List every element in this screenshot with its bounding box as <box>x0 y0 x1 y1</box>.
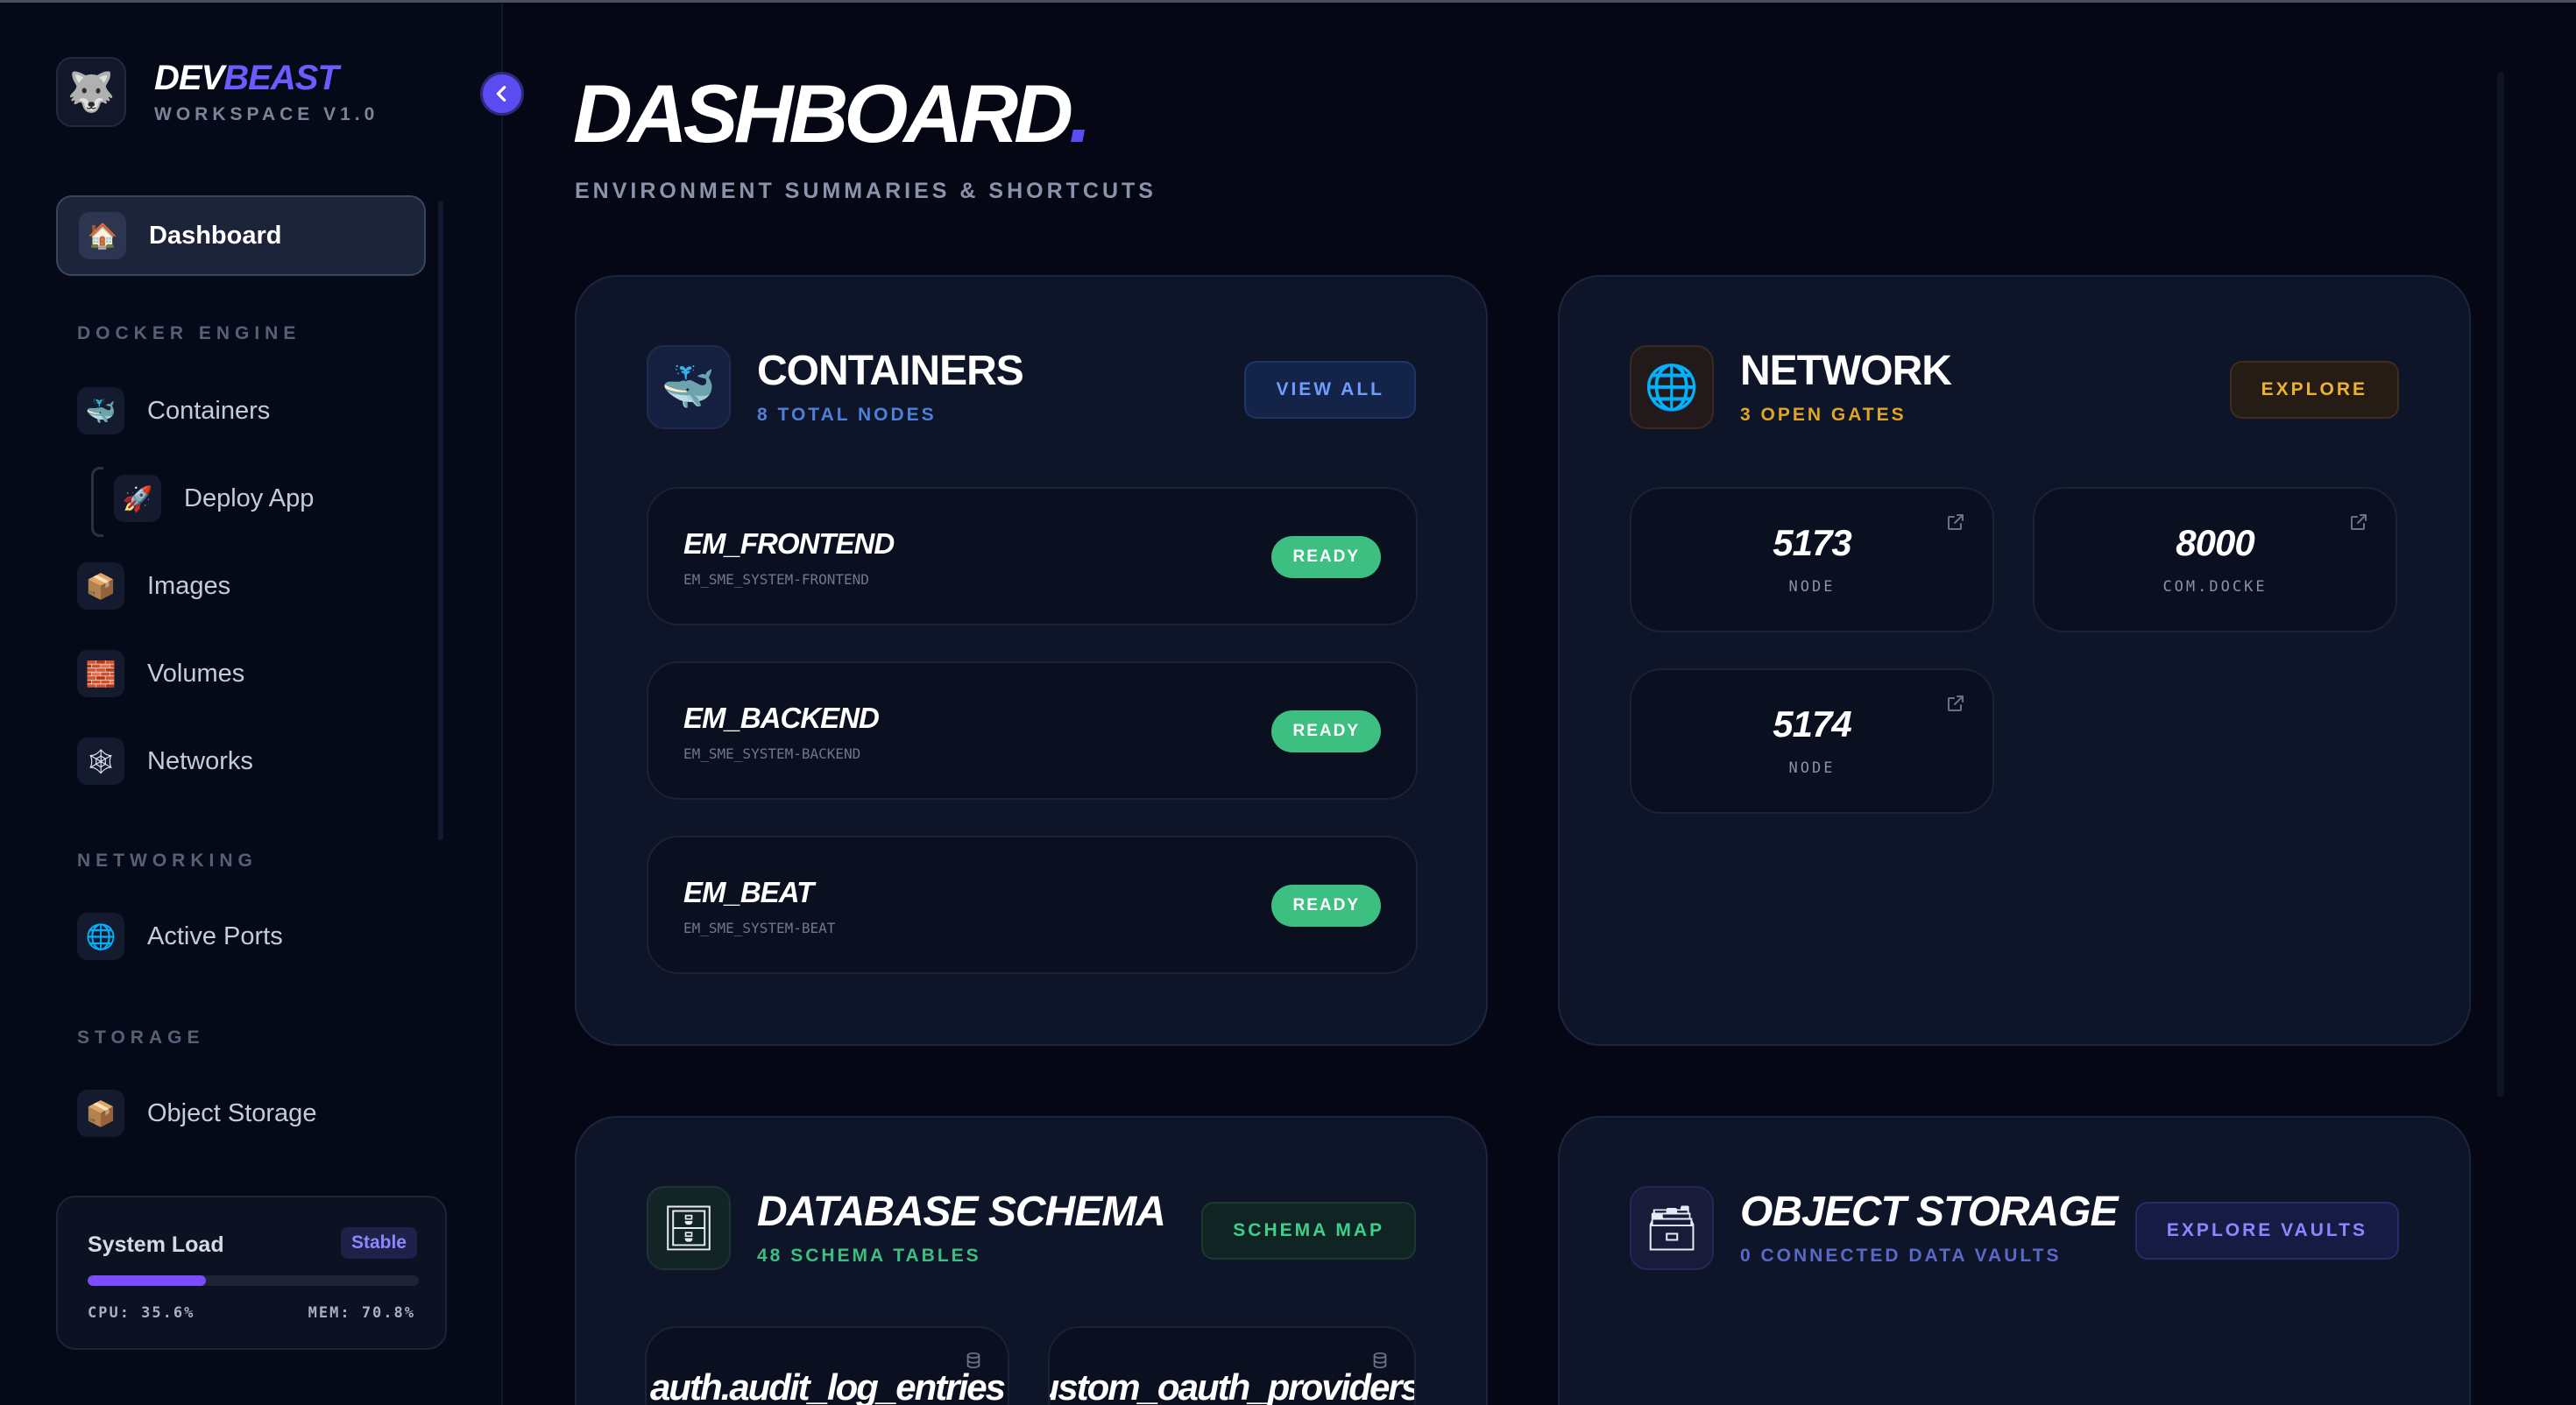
port-tile-5174[interactable]: 5174 NODE <box>1630 668 1994 814</box>
card-title: DATABASE SCHEMA <box>757 1189 1166 1235</box>
status-badge: READY <box>1271 710 1381 752</box>
cabinet-icon: 🗄 <box>647 1186 731 1270</box>
external-link-icon[interactable] <box>1945 512 1966 533</box>
globe-icon: 🌐 <box>1630 345 1714 429</box>
object-storage-card: 🗃 OBJECT STORAGE 0 CONNECTED DATA VAULTS… <box>1558 1116 2471 1405</box>
port-number: 8000 <box>2176 522 2254 563</box>
system-load-progress-fill <box>88 1275 206 1286</box>
sidebar-item-label: Dashboard <box>149 221 282 250</box>
stack-icon: 🧱 <box>77 650 124 697</box>
sidebar-item-networks[interactable]: 🕸 Networks <box>56 721 426 801</box>
card-subtitle: 8 TOTAL NODES <box>757 405 937 425</box>
section-title-docker-engine: DOCKER ENGINE <box>77 323 301 343</box>
status-badge: READY <box>1271 536 1381 578</box>
house-icon: 🏠 <box>79 212 126 259</box>
rocket-icon: 🚀 <box>114 475 161 522</box>
database-icon <box>966 1352 980 1369</box>
collapse-sidebar-button[interactable] <box>480 72 524 116</box>
chevron-left-icon <box>496 86 506 102</box>
globe-icon: 🌐 <box>77 913 124 960</box>
cpu-readout: CPU: 35.6% <box>88 1304 195 1322</box>
card-subtitle: 3 OPEN GATES <box>1740 405 1907 425</box>
port-service-name: NODE <box>1788 759 1836 777</box>
section-title-networking: NETWORKING <box>77 851 258 871</box>
card-title: CONTAINERS <box>757 348 1024 394</box>
sidebar-item-active-ports[interactable]: 🌐 Active Ports <box>56 896 426 977</box>
system-load-panel: System Load Stable CPU: 35.6% MEM: 70.8% <box>56 1196 447 1350</box>
system-load-progress <box>88 1275 419 1286</box>
port-service-name: COM.DOCKE <box>2162 578 2268 596</box>
port-tile-5173[interactable]: 5173 NODE <box>1630 487 1994 632</box>
card-subtitle: 0 CONNECTED DATA VAULTS <box>1740 1246 2062 1266</box>
container-row-backend[interactable]: EM_BACKEND EM_SME_SYSTEM-BACKEND READY <box>647 661 1418 800</box>
sidebar-item-dashboard[interactable]: 🏠 Dashboard <box>56 195 426 276</box>
external-link-icon[interactable] <box>2348 512 2369 533</box>
schema-table-name: auth.audit_log_entries <box>649 1366 1006 1405</box>
wolf-icon: 🐺 <box>56 57 126 127</box>
port-service-name: NODE <box>1788 578 1836 596</box>
card-subtitle: 48 SCHEMA TABLES <box>757 1246 981 1266</box>
sidebar-item-label: Active Ports <box>147 921 283 950</box>
system-load-title: System Load <box>88 1232 224 1257</box>
sidebar: 🐺 DEVBEAST WORKSPACE V1.0 🏠 Dashboard DO… <box>0 3 503 1405</box>
container-name: EM_BACKEND <box>683 702 880 734</box>
status-badge: READY <box>1271 885 1381 927</box>
container-id: EM_SME_SYSTEM-BACKEND <box>683 745 861 762</box>
page-title: DASHBOARD. <box>573 67 1092 159</box>
sidebar-item-label: Deploy App <box>184 484 315 512</box>
explore-vaults-button[interactable]: EXPLORE VAULTS <box>2134 1202 2399 1260</box>
card-box-icon: 🗃 <box>1630 1186 1714 1270</box>
box-icon: 📦 <box>77 1090 124 1137</box>
container-row-beat[interactable]: EM_BEAT EM_SME_SYSTEM-BEAT READY <box>647 836 1418 974</box>
main-scrollbar[interactable] <box>2497 72 2504 1097</box>
sidebar-item-label: Containers <box>147 396 271 425</box>
section-title-storage: STORAGE <box>77 1027 205 1048</box>
sidebar-scrollbar[interactable] <box>438 201 443 840</box>
schema-map-button[interactable]: SCHEMA MAP <box>1201 1202 1416 1260</box>
schema-table-chip[interactable]: auth.audit_log_entries <box>645 1326 1009 1405</box>
container-id: EM_SME_SYSTEM-BEAT <box>683 920 836 936</box>
brand-subtitle: WORKSPACE V1.0 <box>154 104 379 124</box>
card-title: OBJECT STORAGE <box>1740 1189 2119 1235</box>
sidebar-item-label: Networks <box>147 746 253 775</box>
memory-readout: MEM: 70.8% <box>308 1304 415 1322</box>
container-name: EM_BEAT <box>683 876 814 908</box>
containers-card: 🐳 CONTAINERS 8 TOTAL NODES VIEW ALL EM_F… <box>575 275 1488 1046</box>
view-all-button[interactable]: VIEW ALL <box>1244 361 1416 419</box>
schema-table-name: auth.custom_oauth_providers <box>1048 1366 1416 1405</box>
sidebar-item-images[interactable]: 📦 Images <box>56 546 426 626</box>
container-id: EM_SME_SYSTEM-FRONTEND <box>683 571 869 588</box>
port-number: 5173 <box>1773 522 1851 563</box>
network-card: 🌐 NETWORK 3 OPEN GATES EXPLORE 5173 NODE… <box>1558 275 2471 1046</box>
status-badge: Stable <box>340 1227 417 1259</box>
sidebar-item-deploy-app[interactable]: 🚀 Deploy App <box>93 458 426 539</box>
container-name: EM_FRONTEND <box>683 527 895 560</box>
external-link-icon[interactable] <box>1945 693 1966 714</box>
card-title: NETWORK <box>1740 348 1952 394</box>
sidebar-item-object-storage[interactable]: 📦 Object Storage <box>56 1073 426 1154</box>
sidebar-item-label: Object Storage <box>147 1098 317 1127</box>
web-icon: 🕸 <box>77 738 124 785</box>
package-icon: 📦 <box>77 562 124 610</box>
schema-table-chip[interactable]: auth.custom_oauth_providers <box>1048 1326 1416 1405</box>
port-number: 5174 <box>1773 703 1851 745</box>
explore-button[interactable]: EXPLORE <box>2229 361 2399 419</box>
whale-icon: 🐳 <box>647 345 731 429</box>
database-icon <box>1373 1352 1387 1369</box>
brand[interactable]: 🐺 DEVBEAST WORKSPACE V1.0 <box>56 57 379 127</box>
sidebar-item-label: Volumes <box>147 659 245 688</box>
page-subtitle: ENVIRONMENT SUMMARIES & SHORTCUTS <box>575 179 1157 203</box>
container-row-frontend[interactable]: EM_FRONTEND EM_SME_SYSTEM-FRONTEND READY <box>647 487 1418 625</box>
brand-name: DEVBEAST <box>154 59 339 97</box>
sidebar-item-volumes[interactable]: 🧱 Volumes <box>56 633 426 714</box>
port-tile-8000[interactable]: 8000 COM.DOCKE <box>2033 487 2397 632</box>
whale-icon: 🐳 <box>77 387 124 434</box>
sidebar-item-containers[interactable]: 🐳 Containers <box>56 371 426 451</box>
sidebar-item-label: Images <box>147 571 231 600</box>
